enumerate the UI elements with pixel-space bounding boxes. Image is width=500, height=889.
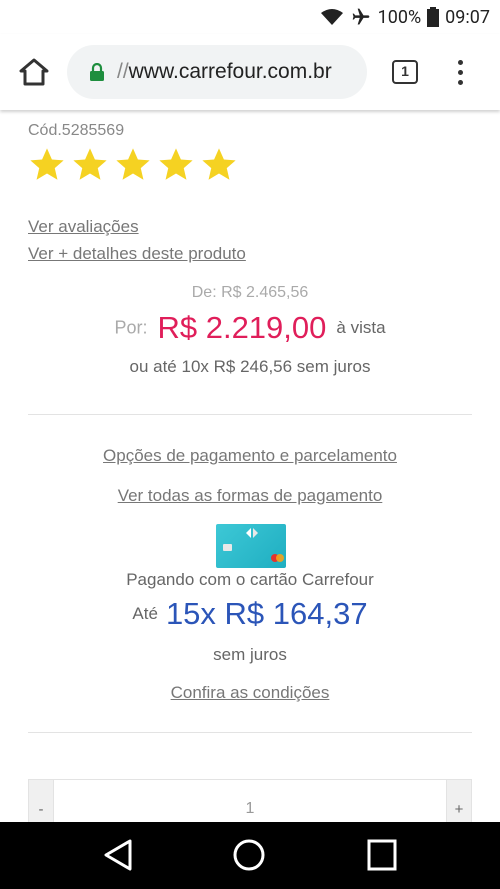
- sem-juros-label: sem juros: [213, 645, 287, 664]
- ver-detalhes-link[interactable]: Ver + detalhes deste produto: [28, 244, 246, 264]
- divider: [28, 732, 472, 733]
- star-icon: [202, 148, 236, 180]
- home-icon[interactable]: [18, 56, 50, 88]
- quantity-decrease-button[interactable]: -: [29, 780, 53, 822]
- star-icon: [73, 148, 107, 180]
- android-nav-bar: [0, 822, 500, 889]
- recents-icon[interactable]: [366, 838, 398, 872]
- rating-stars: [28, 146, 238, 184]
- star-icon: [159, 148, 193, 180]
- a-vista-label: à vista: [336, 318, 386, 337]
- battery-icon: [427, 7, 440, 27]
- ver-avaliacoes-link[interactable]: Ver avaliações: [28, 217, 139, 237]
- page-content: Cód.5285569 Ver avaliações Ver + detalhe…: [0, 110, 500, 822]
- quantity-input[interactable]: 1: [53, 780, 447, 822]
- old-price: De: R$ 2.465,56: [191, 284, 309, 301]
- ver-todas-formas-link[interactable]: Ver todas as formas de pagamento: [118, 486, 383, 505]
- opcoes-pagamento-link[interactable]: Opções de pagamento e parcelamento: [103, 446, 397, 465]
- battery-percent: 100%: [377, 6, 422, 28]
- url-scheme: //: [117, 60, 129, 83]
- star-icon: [116, 148, 150, 180]
- clock: 09:07: [445, 6, 490, 28]
- card-price-line: Até 15x R$ 164,37: [0, 596, 500, 632]
- card-promo-text: Pagando com o cartão Carrefour: [126, 570, 374, 589]
- price-line: Por: R$ 2.219,00 à vista: [0, 310, 500, 346]
- tabs-icon[interactable]: 1: [392, 60, 418, 84]
- url-text: //www.carrefour.com.br: [117, 60, 332, 84]
- home-circle-icon[interactable]: [232, 838, 266, 872]
- quantity-stepper: - 1 +: [28, 779, 472, 822]
- wifi-icon: [320, 9, 343, 25]
- status-bar: 100% 09:07: [0, 0, 500, 34]
- carrefour-card-image: [216, 524, 286, 568]
- back-icon[interactable]: [102, 838, 134, 872]
- url-bar[interactable]: //www.carrefour.com.br: [67, 45, 367, 99]
- airplane-icon: [352, 8, 369, 25]
- divider: [28, 414, 472, 415]
- card-installment-price: 15x R$ 164,37: [165, 596, 368, 631]
- star-icon: [30, 148, 64, 180]
- url-host: www.carrefour.com.br: [128, 60, 332, 83]
- confira-condicoes-link[interactable]: Confira as condições: [171, 683, 330, 702]
- ate-label: Até: [132, 604, 158, 623]
- browser-toolbar: //www.carrefour.com.br 1: [0, 34, 500, 110]
- quantity-increase-button[interactable]: +: [447, 780, 471, 822]
- por-label: Por:: [114, 317, 148, 338]
- installments-text: ou até 10x R$ 246,56 sem juros: [129, 357, 371, 376]
- overflow-menu-icon[interactable]: [450, 58, 470, 88]
- product-code: Cód.5285569: [28, 122, 125, 139]
- lock-icon: [90, 63, 104, 81]
- current-price: R$ 2.219,00: [157, 310, 327, 345]
